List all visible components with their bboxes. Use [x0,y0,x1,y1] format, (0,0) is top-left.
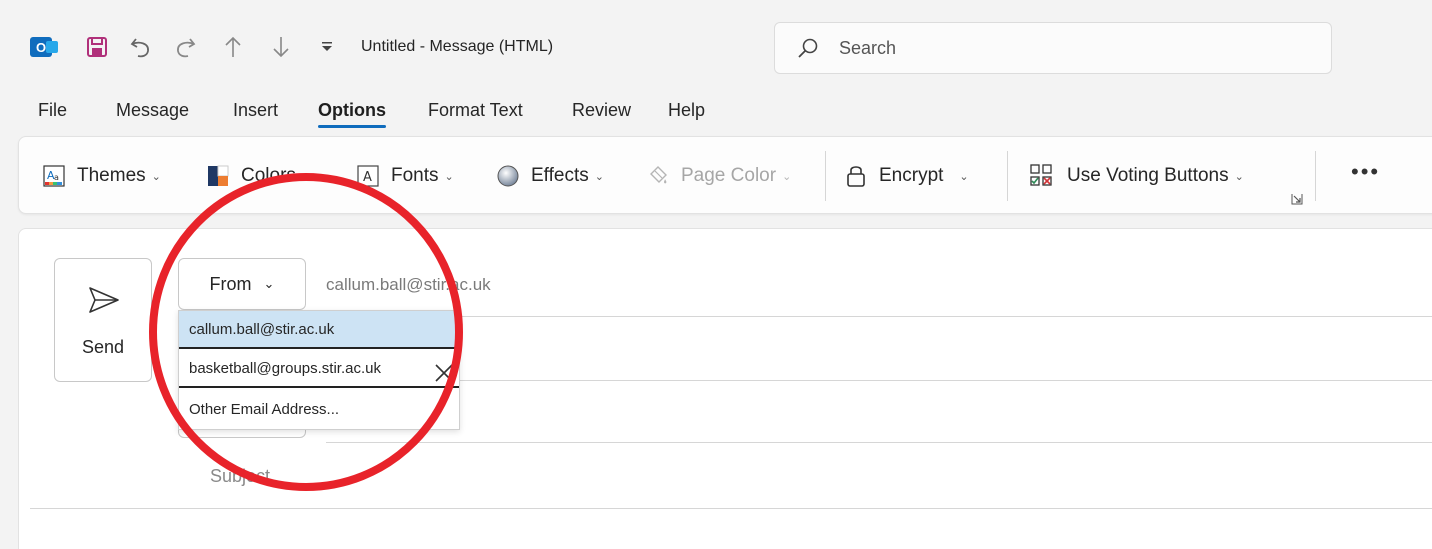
subject-label[interactable]: Subject [210,466,270,487]
to-field-divider [326,316,1432,317]
page-color-label: Page Color [681,165,777,186]
ribbon-separator [1315,151,1316,201]
voting-icon [1029,164,1055,187]
tab-file[interactable]: File [38,100,67,121]
cc-field-divider [326,380,1432,381]
options-ribbon: Aa Themes ⌄ Colors ⌄ A Fonts ⌄ Effects ⌄ [18,136,1432,214]
effects-icon [497,165,519,187]
colors-label: Colors [241,165,296,186]
subject-field-divider [30,508,1432,509]
fonts-icon: A [357,165,379,187]
send-button[interactable]: Send [54,258,152,382]
chevron-down-icon: ⌄ [1234,170,1244,183]
chevron-down-icon: ⌄ [959,170,969,183]
lock-icon [845,165,867,187]
page-color-button[interactable]: Page Color ⌄ [647,159,791,193]
customize-quick-access-icon[interactable] [314,34,340,60]
send-icon [89,287,119,313]
search-input[interactable] [839,35,1299,61]
from-dropdown-menu: callum.ball@stir.ac.uk basketball@groups… [178,310,460,430]
redo-icon[interactable] [172,34,198,60]
svg-text:A: A [363,170,372,185]
search-box[interactable] [774,22,1332,74]
colors-button[interactable]: Colors ⌄ [207,159,311,193]
outlook-app-icon: O [28,34,58,60]
from-option-basketball[interactable]: basketball@groups.stir.ac.uk [179,350,459,388]
from-label: From [209,273,252,294]
tab-review[interactable]: Review [572,100,631,121]
themes-label: Themes [77,165,146,186]
effects-label: Effects [531,165,589,186]
tab-insert[interactable]: Insert [233,100,278,121]
more-options-button[interactable]: ••• [1351,159,1380,185]
down-arrow-icon[interactable] [268,34,294,60]
up-arrow-icon[interactable] [220,34,246,60]
chevron-down-icon: ⌄ [444,170,454,183]
colors-icon [207,165,229,187]
ribbon-separator [825,151,826,201]
chevron-down-icon: ⌄ [594,170,604,183]
fonts-label: Fonts [391,165,439,186]
bcc-field-divider [326,442,1432,443]
title-bar: O Untitled - Message (HTML) [0,0,1432,90]
voting-label: Use Voting Buttons [1067,165,1229,186]
save-icon[interactable] [84,34,110,60]
close-icon[interactable] [433,362,455,384]
search-icon [798,38,818,58]
chevron-down-icon: ⌄ [782,170,792,183]
svg-text:a: a [54,173,59,182]
encrypt-button[interactable]: Encrypt ⌄ [845,159,969,193]
tab-help[interactable]: Help [668,100,705,121]
from-address: callum.ball@stir.ac.uk [326,275,491,294]
send-label: Send [81,337,125,357]
window-title: Untitled - Message (HTML) [361,38,554,55]
themes-button[interactable]: Aa Themes ⌄ [43,159,161,193]
outlook-compose-window: O Untitled - Message (HTML) File Message [0,0,1432,549]
from-button[interactable]: From ⌄ [178,258,306,310]
chevron-down-icon: ⌄ [151,170,161,183]
ribbon-tabs: File Message Insert Options Format Text … [0,96,1432,132]
themes-icon: Aa [43,165,65,187]
ribbon-separator [1007,151,1008,201]
from-option-other[interactable]: Other Email Address... [179,390,459,428]
encrypt-label: Encrypt [879,165,944,186]
chevron-down-icon: ⌄ [301,170,312,183]
fonts-button[interactable]: A Fonts ⌄ [357,159,454,193]
effects-button[interactable]: Effects ⌄ [497,159,604,193]
chevron-down-icon: ⌄ [263,276,275,291]
undo-icon[interactable] [128,34,154,60]
tab-format-text[interactable]: Format Text [428,100,523,121]
tab-options[interactable]: Options [318,100,386,128]
paint-bucket-icon [647,165,669,187]
voting-buttons-button[interactable]: Use Voting Buttons ⌄ [1029,159,1244,193]
from-option-callum[interactable]: callum.ball@stir.ac.uk [179,311,459,349]
tab-message[interactable]: Message [116,100,189,121]
dialog-launcher-icon[interactable] [1291,193,1303,205]
